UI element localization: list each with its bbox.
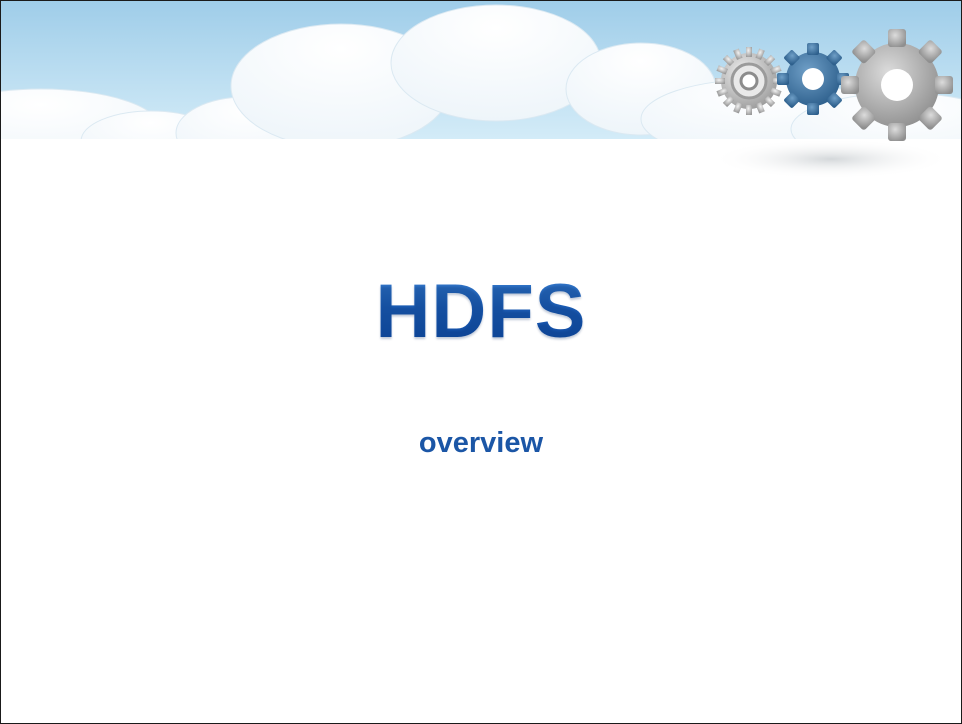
gears-decoration (701, 11, 961, 165)
gear-icon (817, 11, 961, 165)
slide-subtitle: overview (418, 427, 544, 459)
slide-title: HDFS (1, 267, 961, 357)
slide: HDFS overview (0, 0, 962, 724)
